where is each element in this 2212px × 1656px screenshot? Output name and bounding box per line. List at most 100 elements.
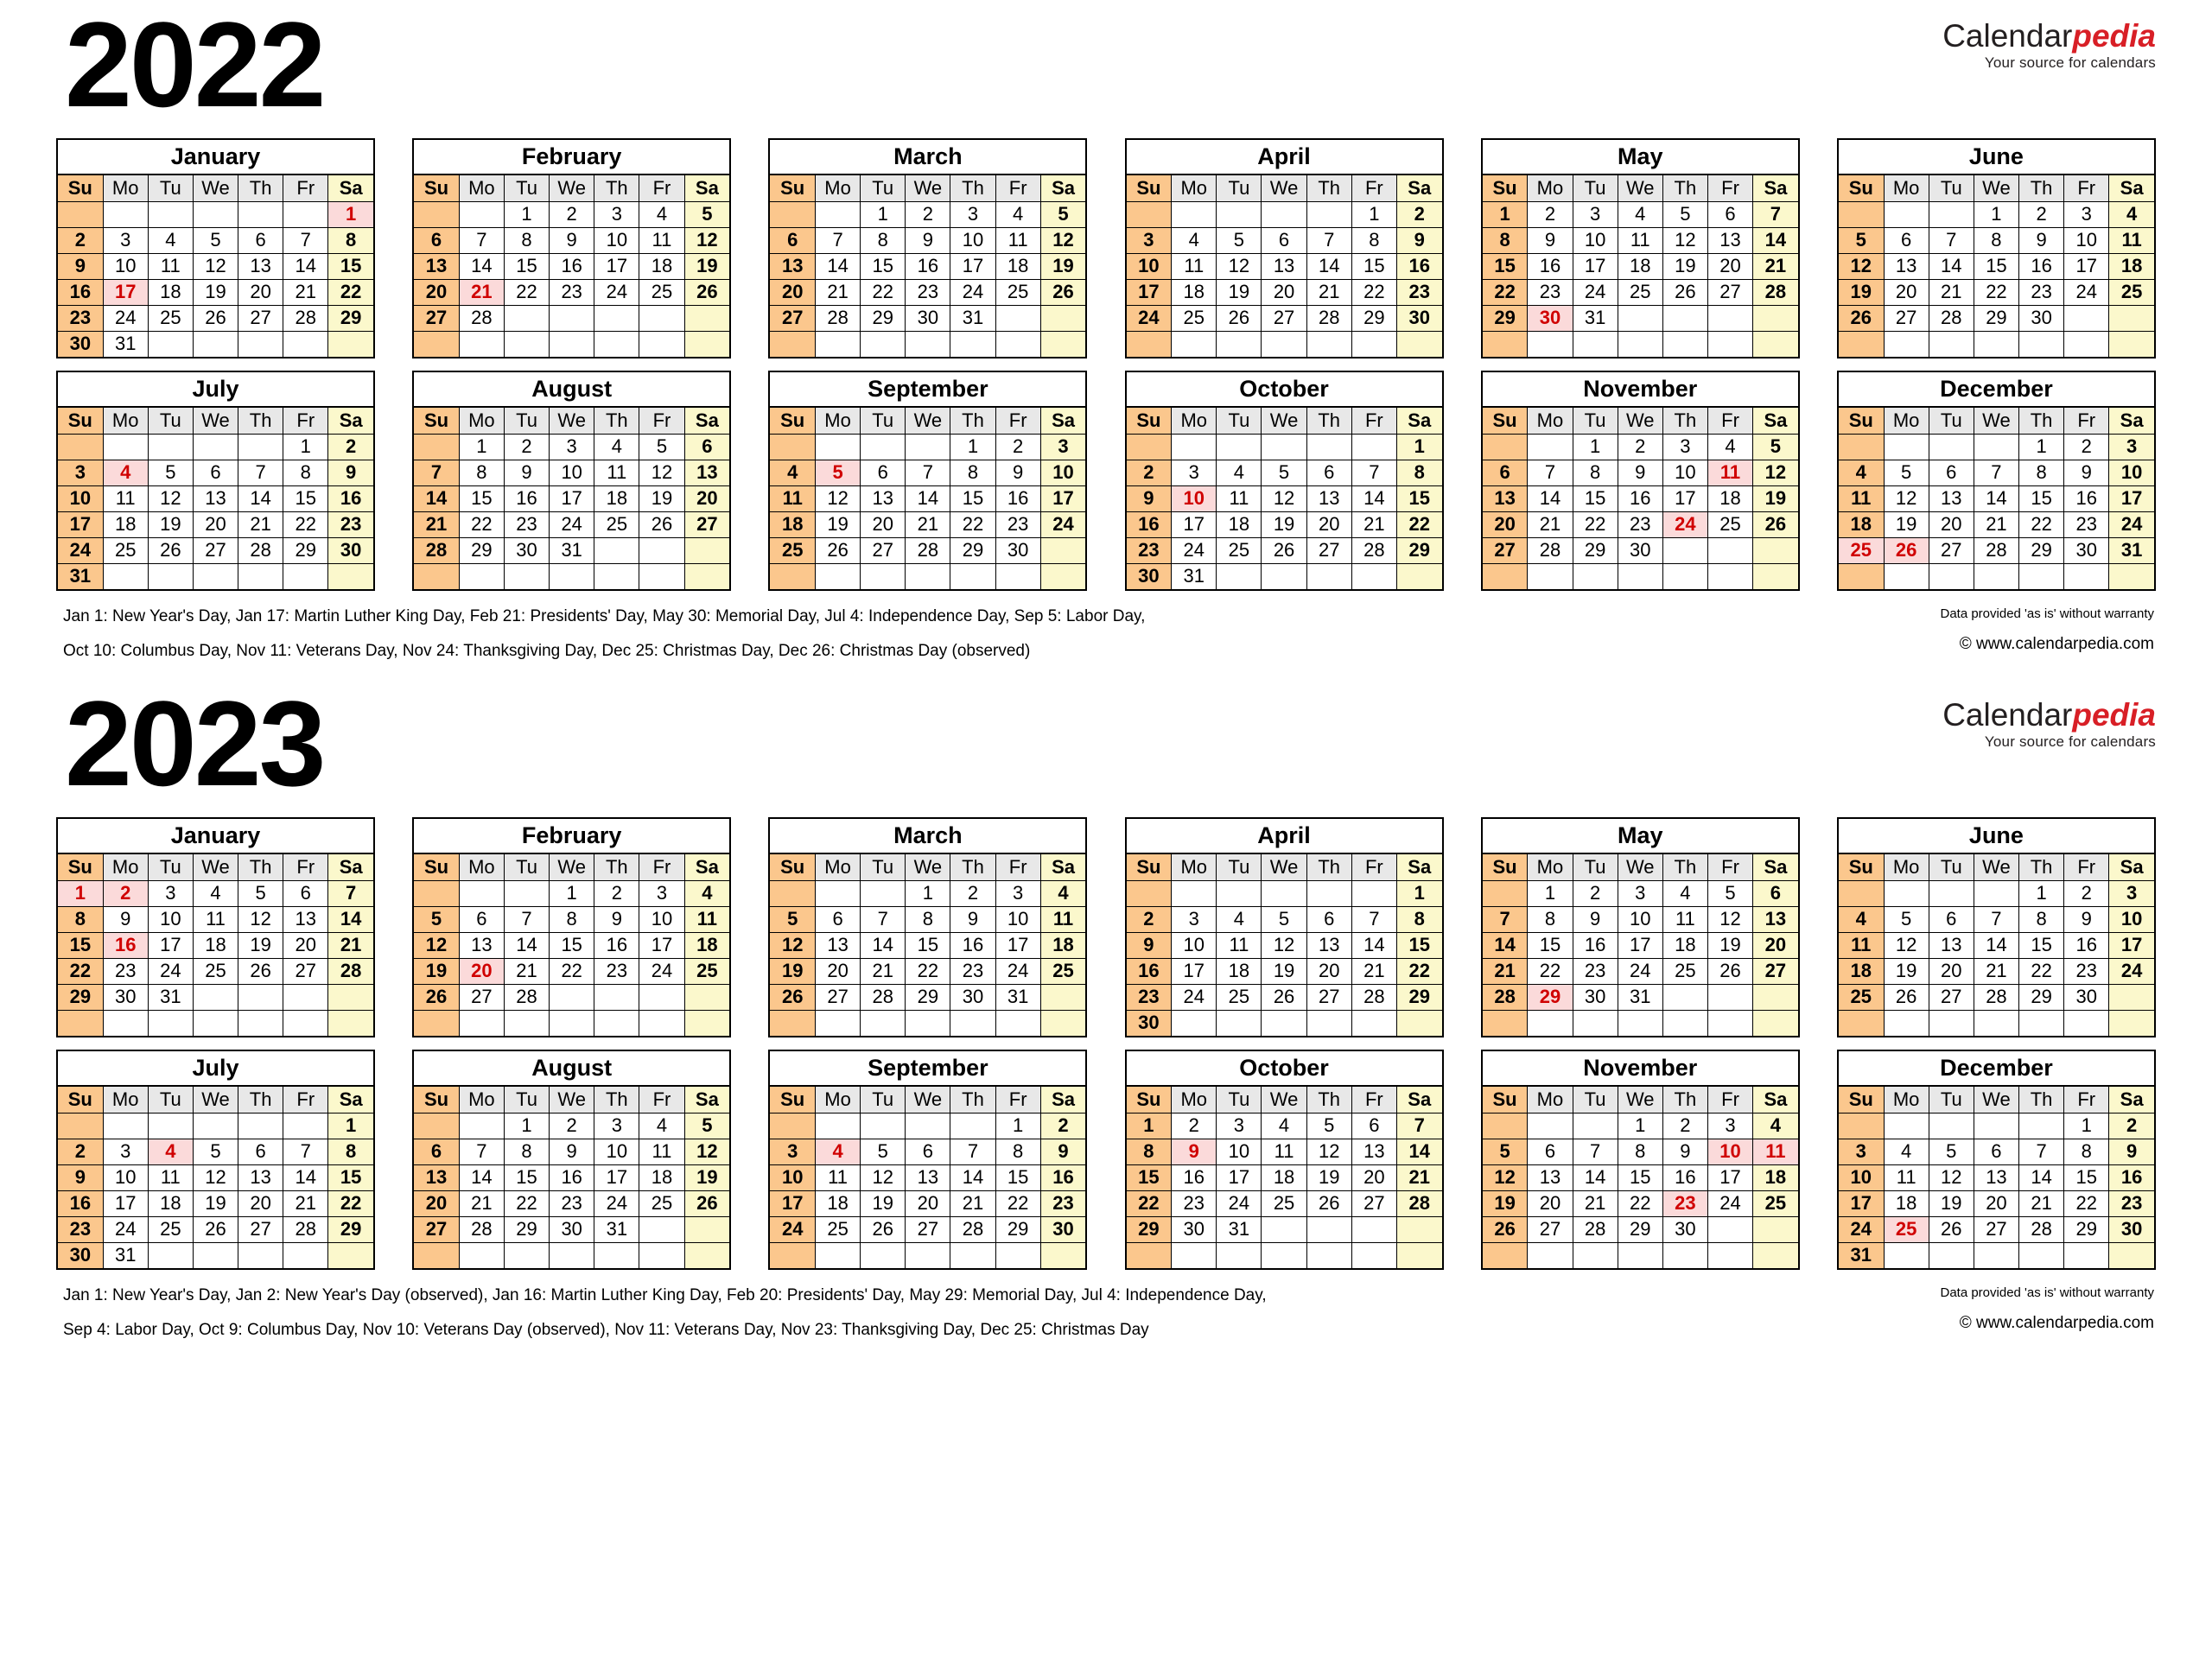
day-cell[interactable]: 9 [2108, 1138, 2154, 1165]
day-cell[interactable]: 29 [327, 304, 373, 332]
day-cell[interactable]: 16 [950, 931, 996, 959]
day-cell[interactable]: 19 [815, 511, 861, 538]
day-cell-holiday[interactable]: 25 [1883, 1215, 1929, 1243]
day-cell[interactable]: 3 [147, 879, 194, 907]
day-cell[interactable]: 5 [192, 226, 239, 254]
day-cell[interactable]: 29 [1351, 304, 1397, 332]
day-cell[interactable]: 27 [683, 511, 730, 538]
day-cell[interactable]: 17 [2063, 252, 2110, 280]
day-cell[interactable]: 25 [639, 1190, 685, 1217]
day-cell[interactable]: 7 [1351, 459, 1397, 486]
day-cell[interactable]: 8 [1126, 1138, 1173, 1165]
day-cell-holiday[interactable]: 2 [102, 879, 149, 907]
day-cell[interactable]: 30 [2018, 304, 2065, 332]
day-cell[interactable]: 5 [683, 200, 730, 228]
day-cell[interactable]: 15 [905, 931, 951, 959]
day-cell[interactable]: 13 [1883, 252, 1929, 280]
day-cell-holiday[interactable]: 11 [1707, 459, 1754, 486]
day-cell[interactable]: 17 [1126, 278, 1173, 306]
day-cell[interactable]: 18 [815, 1190, 861, 1217]
day-cell[interactable]: 31 [1171, 562, 1217, 589]
day-cell[interactable]: 17 [1216, 1164, 1262, 1191]
day-cell[interactable]: 3 [1126, 226, 1173, 254]
day-cell[interactable]: 18 [1838, 511, 1885, 538]
day-cell[interactable]: 4 [639, 200, 685, 228]
day-cell[interactable]: 13 [414, 1164, 460, 1191]
day-cell[interactable]: 3 [2108, 879, 2154, 907]
day-cell[interactable]: 26 [683, 1190, 730, 1217]
day-cell[interactable]: 2 [58, 1138, 104, 1165]
day-cell[interactable]: 22 [1572, 511, 1618, 538]
day-cell[interactable]: 19 [414, 957, 460, 985]
day-cell[interactable]: 28 [905, 536, 951, 564]
day-cell[interactable]: 3 [102, 226, 149, 254]
day-cell[interactable]: 25 [1261, 1190, 1307, 1217]
day-cell[interactable]: 13 [238, 252, 284, 280]
day-cell[interactable]: 25 [815, 1215, 861, 1243]
day-cell-holiday[interactable]: 30 [1527, 304, 1573, 332]
day-cell[interactable]: 19 [1482, 1190, 1529, 1217]
day-cell[interactable]: 26 [1306, 1190, 1352, 1217]
day-cell[interactable]: 14 [1572, 1164, 1618, 1191]
day-cell[interactable]: 23 [1572, 957, 1618, 985]
day-cell[interactable]: 30 [58, 1241, 104, 1268]
day-cell[interactable]: 2 [2063, 433, 2110, 460]
day-cell[interactable]: 15 [503, 252, 550, 280]
day-cell[interactable]: 11 [1662, 905, 1708, 933]
day-cell[interactable]: 28 [1928, 304, 1974, 332]
day-cell[interactable]: 30 [1126, 1009, 1173, 1036]
day-cell[interactable]: 28 [1351, 983, 1397, 1011]
day-cell[interactable]: 18 [2108, 252, 2154, 280]
day-cell[interactable]: 5 [1306, 1112, 1352, 1139]
day-cell[interactable]: 13 [905, 1164, 951, 1191]
day-cell[interactable]: 21 [1973, 511, 2020, 538]
day-cell[interactable]: 9 [58, 1164, 104, 1191]
day-cell[interactable]: 12 [1883, 931, 1929, 959]
day-cell[interactable]: 27 [414, 1215, 460, 1243]
day-cell[interactable]: 15 [58, 931, 104, 959]
day-cell[interactable]: 13 [414, 252, 460, 280]
day-cell[interactable]: 26 [1039, 278, 1086, 306]
day-cell[interactable]: 26 [192, 304, 239, 332]
day-cell[interactable]: 12 [683, 226, 730, 254]
day-cell[interactable]: 28 [1351, 536, 1397, 564]
day-cell[interactable]: 4 [1662, 879, 1708, 907]
day-cell[interactable]: 21 [283, 278, 329, 306]
day-cell[interactable]: 3 [58, 459, 104, 486]
day-cell[interactable]: 7 [414, 459, 460, 486]
day-cell[interactable]: 26 [1261, 536, 1307, 564]
day-cell[interactable]: 29 [1126, 1215, 1173, 1243]
day-cell[interactable]: 13 [1928, 931, 1974, 959]
day-cell[interactable]: 2 [2018, 200, 2065, 228]
day-cell[interactable]: 19 [1261, 957, 1307, 985]
day-cell[interactable]: 2 [995, 433, 1041, 460]
day-cell[interactable]: 9 [1617, 459, 1663, 486]
day-cell[interactable]: 18 [639, 252, 685, 280]
day-cell[interactable]: 7 [283, 226, 329, 254]
day-cell[interactable]: 12 [639, 459, 685, 486]
day-cell[interactable]: 11 [1216, 931, 1262, 959]
day-cell[interactable]: 26 [414, 983, 460, 1011]
day-cell[interactable]: 22 [1395, 957, 1442, 985]
day-cell[interactable]: 27 [414, 304, 460, 332]
day-cell[interactable]: 12 [1883, 485, 1929, 512]
day-cell[interactable]: 17 [1171, 957, 1217, 985]
day-cell[interactable]: 29 [905, 983, 951, 1011]
day-cell[interactable]: 31 [58, 562, 104, 589]
day-cell[interactable]: 23 [1039, 1190, 1086, 1217]
day-cell[interactable]: 24 [1572, 278, 1618, 306]
day-cell[interactable]: 25 [102, 536, 149, 564]
day-cell[interactable]: 7 [1572, 1138, 1618, 1165]
day-cell[interactable]: 11 [102, 485, 149, 512]
day-cell[interactable]: 26 [147, 536, 194, 564]
day-cell[interactable]: 12 [192, 252, 239, 280]
day-cell[interactable]: 29 [860, 304, 906, 332]
day-cell[interactable]: 25 [1216, 983, 1262, 1011]
day-cell-holiday[interactable]: 25 [1838, 536, 1885, 564]
day-cell[interactable]: 12 [1261, 485, 1307, 512]
day-cell[interactable]: 30 [102, 983, 149, 1011]
day-cell[interactable]: 6 [414, 1138, 460, 1165]
day-cell[interactable]: 3 [549, 433, 595, 460]
day-cell[interactable]: 12 [860, 1164, 906, 1191]
day-cell[interactable]: 20 [414, 1190, 460, 1217]
